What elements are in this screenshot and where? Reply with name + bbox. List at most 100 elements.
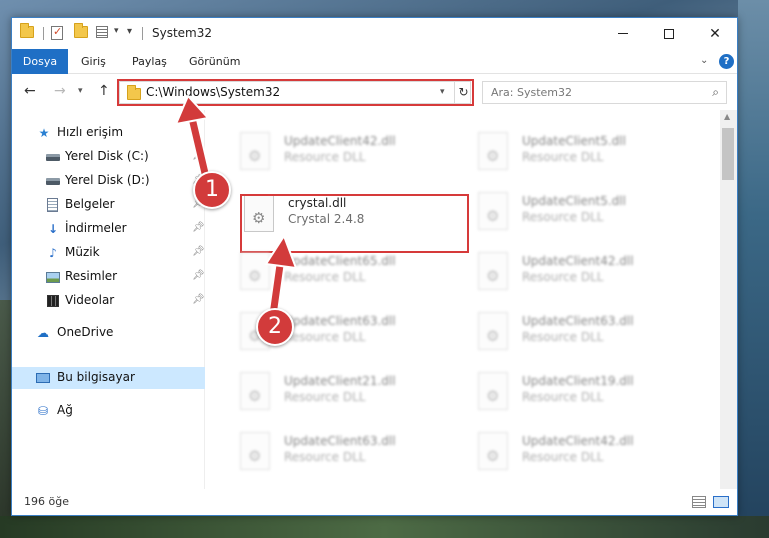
sidebar-item-this-pc[interactable]: Bu bilgisayar <box>12 367 205 389</box>
sidebar-item-local-disk-c[interactable]: Yerel Disk (C:) 📌︎ <box>12 146 205 168</box>
sidebar-item-documents[interactable]: Belgeler 📌︎ <box>12 194 205 216</box>
file-type: Resource DLL <box>284 330 366 344</box>
drive-icon <box>46 154 60 161</box>
pin-icon[interactable]: 📌︎ <box>192 150 205 161</box>
maximize-icon <box>664 28 674 39</box>
file-item[interactable]: UpdateClient63.dll Resource DLL <box>472 308 692 356</box>
chevron-down-icon[interactable]: ▾ <box>114 26 119 36</box>
folder-icon[interactable] <box>20 23 34 40</box>
expand-ribbon-icon[interactable]: ⌄ <box>700 55 708 66</box>
scroll-up-icon[interactable]: ▲ <box>724 112 730 121</box>
ribbon-tabs: Dosya Giriş Paylaş Görünüm ⌄ ? <box>12 49 737 74</box>
recent-locations-icon[interactable]: ▾ <box>78 86 83 96</box>
large-icons-view-icon[interactable] <box>713 496 729 508</box>
desktop-background-sea <box>738 0 769 538</box>
vertical-scrollbar[interactable]: ▲ <box>720 110 737 489</box>
file-list: UpdateClient42.dll Resource DLL UpdateCl… <box>206 110 737 489</box>
step-badge-1: 1 <box>193 171 231 209</box>
tab-view[interactable]: Görünüm <box>189 49 240 74</box>
file-name: UpdateClient5.dll <box>522 134 626 148</box>
download-icon: ↓ <box>47 222 59 236</box>
dll-file-icon <box>240 372 270 410</box>
sidebar-item-network[interactable]: ⛁ Ağ <box>12 400 205 422</box>
search-input[interactable] <box>483 82 693 103</box>
file-type: Resource DLL <box>522 330 604 344</box>
window-title: System32 <box>152 26 213 40</box>
refresh-icon[interactable]: ↻ <box>454 82 472 103</box>
tab-home[interactable]: Giriş <box>81 49 106 74</box>
drive-icon <box>46 178 60 185</box>
file-item[interactable]: UpdateClient21.dll Resource DLL <box>234 368 454 416</box>
navigation-pane: ★ Hızlı erişim Yerel Disk (C:) 📌︎ Yerel … <box>12 110 205 489</box>
item-count: 196 öğe <box>24 495 69 508</box>
minimize-button[interactable] <box>600 18 646 49</box>
dll-file-icon <box>478 132 508 170</box>
file-item[interactable]: UpdateClient5.dll Resource DLL <box>472 188 692 236</box>
computer-icon <box>36 373 50 383</box>
sidebar-item-pictures[interactable]: Resimler 📌︎ <box>12 266 205 288</box>
file-item[interactable]: UpdateClient63.dll Resource DLL <box>234 428 454 476</box>
scrollbar-thumb[interactable] <box>722 128 734 180</box>
file-type: Resource DLL <box>284 150 366 164</box>
tab-file[interactable]: Dosya <box>12 49 68 74</box>
file-item[interactable]: UpdateClient19.dll Resource DLL <box>472 368 692 416</box>
file-item[interactable]: UpdateClient42.dll Resource DLL <box>234 128 454 176</box>
file-type: Resource DLL <box>522 390 604 404</box>
quick-access-dropdown-icon[interactable]: ▾ <box>127 26 132 37</box>
close-button[interactable]: ✕ <box>692 18 738 49</box>
dll-file-icon <box>478 252 508 290</box>
sidebar-item-videos[interactable]: Videolar 📌︎ <box>12 290 205 312</box>
sidebar-item-downloads[interactable]: ↓ İndirmeler 📌︎ <box>12 218 205 240</box>
properties-icon[interactable] <box>51 25 65 40</box>
file-type: Resource DLL <box>522 450 604 464</box>
network-icon: ⛁ <box>37 404 49 418</box>
up-arrow-icon[interactable]: ↑ <box>98 83 110 99</box>
pin-icon[interactable]: 📌︎ <box>192 270 205 281</box>
sidebar-item-label: Ağ <box>57 403 73 417</box>
title-bar: ▾ ▾ System32 ✕ <box>12 18 737 49</box>
details-view-icon[interactable] <box>692 496 706 508</box>
file-type: Resource DLL <box>522 270 604 284</box>
file-item[interactable]: UpdateClient65.dll Resource DLL <box>234 248 454 296</box>
file-item[interactable]: UpdateClient5.dll Resource DLL <box>472 128 692 176</box>
file-type: Resource DLL <box>522 150 604 164</box>
file-type: Resource DLL <box>284 450 366 464</box>
address-bar[interactable]: C:\Windows\System32 ▾ ↻ <box>119 81 471 104</box>
toolbar-separator <box>43 27 44 40</box>
sidebar-item-onedrive[interactable]: ☁ OneDrive <box>12 322 205 344</box>
new-folder-icon[interactable] <box>74 23 88 40</box>
dll-file-icon <box>478 312 508 350</box>
address-history-icon[interactable]: ▾ <box>440 87 445 97</box>
sidebar-item-label: Videolar <box>65 293 115 307</box>
pin-icon[interactable]: 📌︎ <box>192 294 205 305</box>
forward-arrow-icon[interactable]: → <box>54 83 66 99</box>
dll-file-icon <box>478 432 508 470</box>
address-path[interactable]: C:\Windows\System32 <box>146 85 280 99</box>
music-icon: ♪ <box>49 246 57 260</box>
sidebar-item-label: Bu bilgisayar <box>57 370 135 384</box>
cloud-icon: ☁ <box>37 326 49 340</box>
search-icon[interactable]: ⌕ <box>712 85 719 100</box>
file-name: UpdateClient5.dll <box>522 194 626 208</box>
sidebar-item-local-disk-d[interactable]: Yerel Disk (D:) 📌︎ <box>12 170 205 192</box>
pin-icon[interactable]: 📌︎ <box>192 246 205 257</box>
pin-icon[interactable]: 📌︎ <box>192 222 205 233</box>
sidebar-item-music[interactable]: ♪ Müzik 📌︎ <box>12 242 205 264</box>
sidebar-item-label: Resimler <box>65 269 118 283</box>
pictures-icon <box>46 272 60 283</box>
tab-share[interactable]: Paylaş <box>132 49 167 74</box>
maximize-button[interactable] <box>646 18 692 49</box>
back-arrow-icon[interactable]: ← <box>24 83 36 99</box>
file-item[interactable]: UpdateClient42.dll Resource DLL <box>472 248 692 296</box>
dll-file-icon <box>240 432 270 470</box>
file-name: UpdateClient65.dll <box>284 254 396 268</box>
file-item[interactable]: UpdateClient42.dll Resource DLL <box>472 428 692 476</box>
sidebar-item-label: Yerel Disk (C:) <box>65 149 149 163</box>
customize-toolbar-icon[interactable] <box>96 26 110 40</box>
sidebar-item-quick-access[interactable]: ★ Hızlı erişim <box>12 122 205 144</box>
help-icon[interactable]: ? <box>719 54 734 69</box>
crystal-dll-highlight <box>240 194 469 253</box>
navigation-bar: ← → ▾ ↑ C:\Windows\System32 ▾ ↻ ⌕ <box>12 75 737 109</box>
search-box[interactable]: ⌕ <box>482 81 727 104</box>
file-name: UpdateClient21.dll <box>284 374 396 388</box>
